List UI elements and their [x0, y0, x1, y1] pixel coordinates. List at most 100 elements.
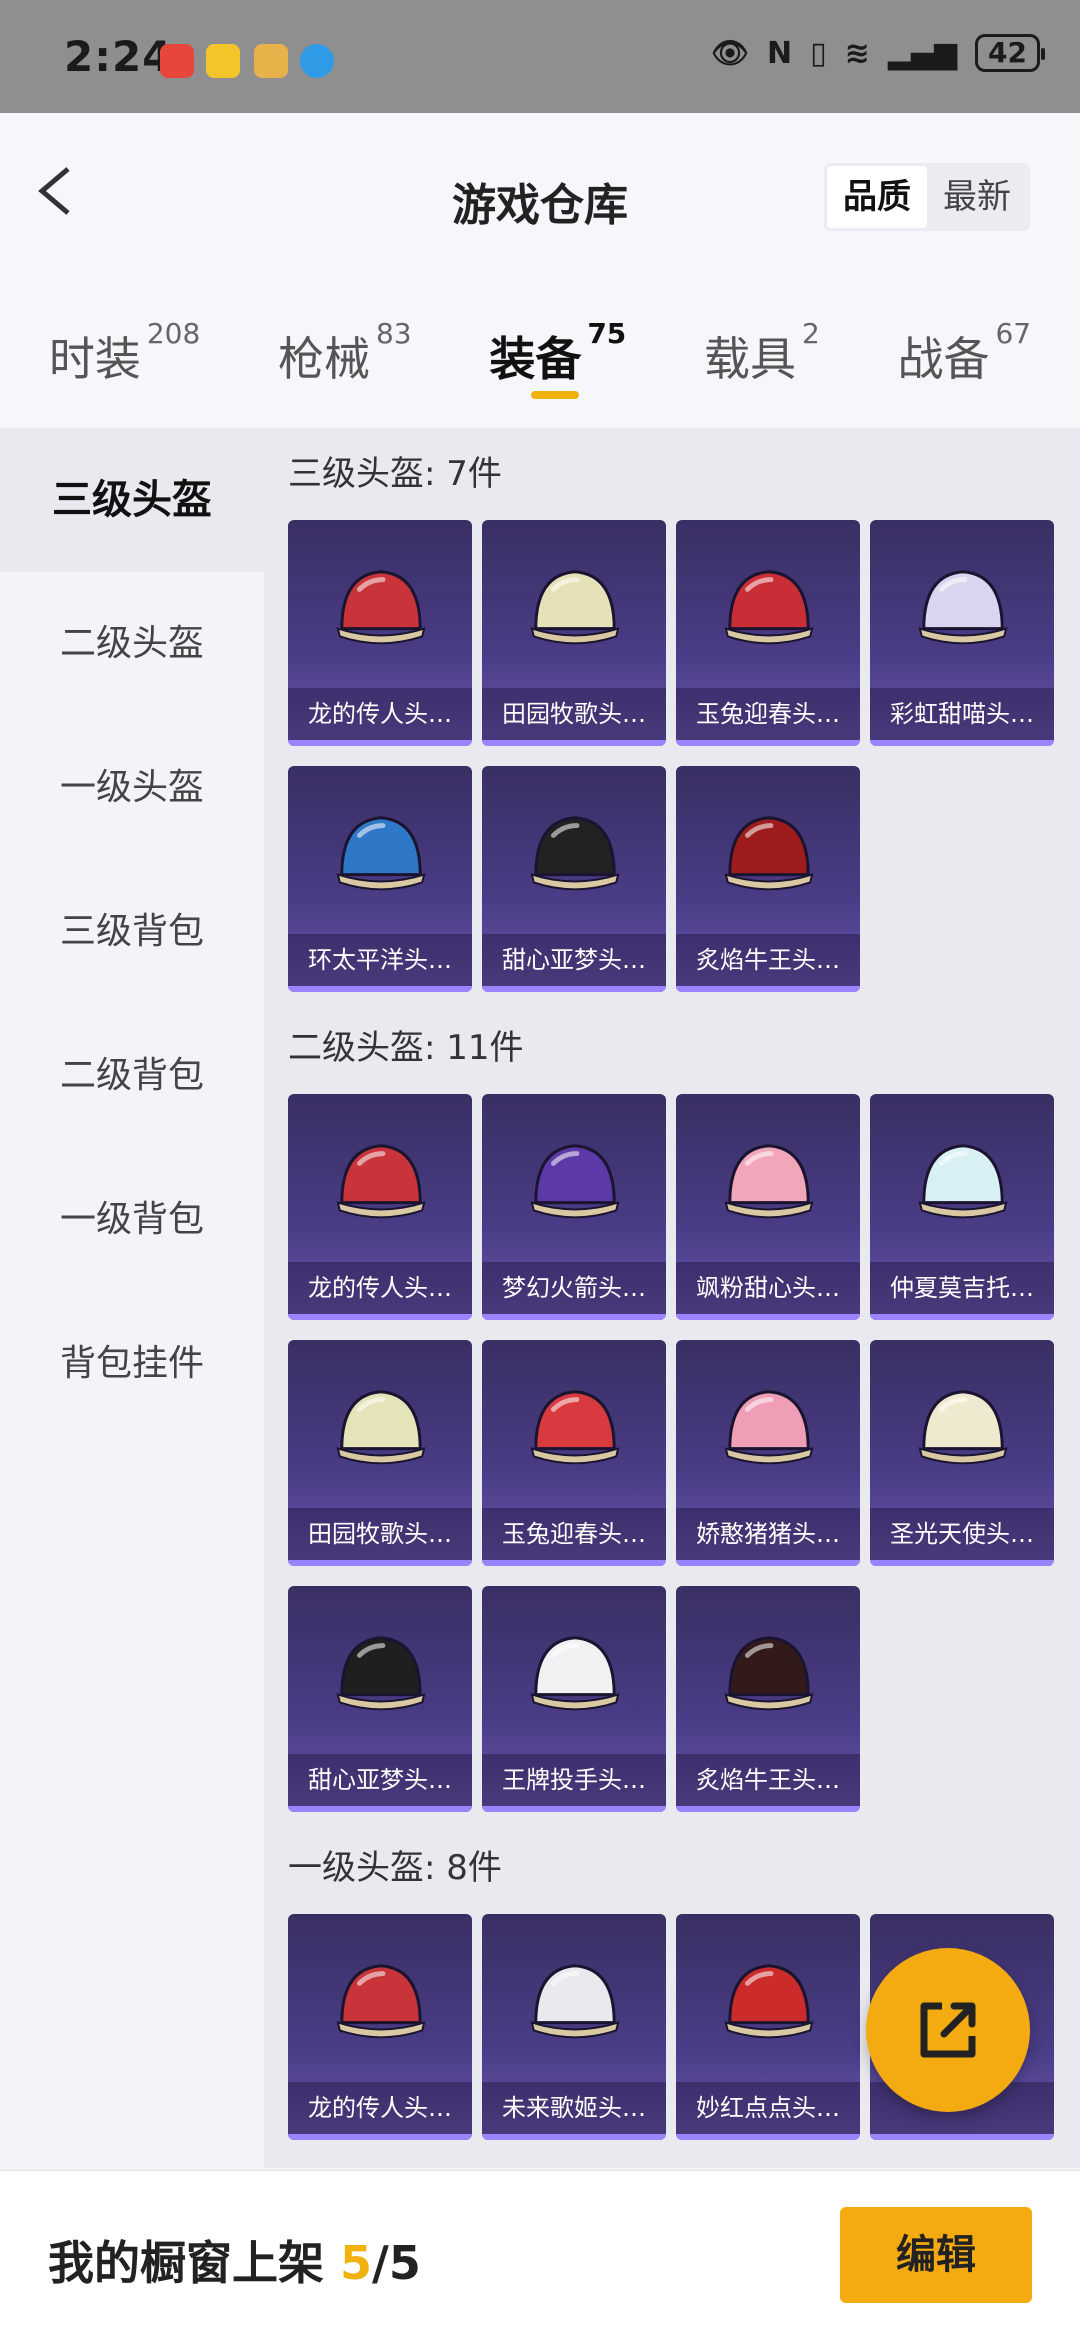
item-name: 田园牧歌头… — [482, 688, 666, 740]
sidebar-item-lvl3-helmet[interactable]: 三级头盔 — [0, 428, 264, 572]
sidebar-item-lvl1-backpack[interactable]: 一级背包 — [0, 1148, 264, 1292]
item-grid: 龙的传人头… 田园牧歌头… 玉兔迎春头… 彩虹甜喵头… 环太平洋头… 甜心亚梦头… 炙焰牛王… — [264, 520, 1080, 1002]
sort-latest-button[interactable]: 最新 — [927, 166, 1027, 228]
sidebar-item-lvl2-backpack[interactable]: 二级背包 — [0, 1004, 264, 1148]
sidebar-item-backpack-charm[interactable]: 背包挂件 — [0, 1292, 264, 1436]
notification-icon-app4 — [300, 44, 334, 78]
item-card[interactable]: 飒粉甜心头… — [676, 1094, 860, 1320]
helmet-icon — [918, 570, 1008, 645]
active-tab-indicator — [531, 391, 580, 399]
rarity-bar — [870, 2134, 1054, 2140]
sidebar-item-lvl1-helmet[interactable]: 一级头盔 — [0, 716, 264, 860]
category-tabs: 时装 208 枪械 83 装备 75 载具 2 战备 67 — [0, 253, 1080, 428]
showcase-count: 我的橱窗上架 5/5 — [48, 2236, 421, 2290]
item-name: 玉兔迎春头… — [676, 688, 860, 740]
item-card[interactable]: 彩虹甜喵头… — [870, 520, 1054, 746]
item-name: 妙红点点头… — [676, 2082, 860, 2134]
system-icons: 👁 N ▯ ≋ ▂▄▆ 42 — [711, 34, 1045, 72]
item-card[interactable]: 田园牧歌头… — [482, 520, 666, 746]
nfc-icon: N — [767, 35, 793, 71]
item-card[interactable]: 妙红点点头… — [676, 1914, 860, 2140]
sort-quality-button[interactable]: 品质 — [827, 166, 927, 228]
notification-icon-app1 — [160, 44, 194, 78]
battery-icon: 42 — [975, 34, 1045, 72]
item-card[interactable]: 仲夏莫吉托… — [870, 1094, 1054, 1320]
status-bar: 2:24 👁 N ▯ ≋ ▂▄▆ 42 — [0, 0, 1080, 113]
rarity-bar — [676, 1806, 860, 1812]
item-name: 炙焰牛王头… — [676, 1754, 860, 1806]
notification-icon-app2 — [206, 44, 240, 78]
item-card[interactable]: 田园牧歌头… — [288, 1340, 472, 1566]
item-card[interactable]: 炙焰牛王头… — [676, 766, 860, 992]
item-card[interactable]: 炙焰牛王头… — [676, 1586, 860, 1812]
item-name: 未来歌姬头… — [482, 2082, 666, 2134]
item-card[interactable]: 龙的传人头… — [288, 520, 472, 746]
helmet-icon — [336, 1964, 426, 2039]
helmet-icon — [336, 1636, 426, 1711]
sort-toggle[interactable]: 品质 最新 — [824, 163, 1030, 231]
item-name: 龙的传人头… — [288, 688, 472, 740]
rarity-bar — [870, 1314, 1054, 1320]
item-card[interactable]: 龙的传人头… — [288, 1094, 472, 1320]
sidebar-item-lvl3-backpack[interactable]: 三级背包 — [0, 860, 264, 1004]
rarity-bar — [288, 1560, 472, 1566]
sidebar-item-lvl2-helmet[interactable]: 二级头盔 — [0, 572, 264, 716]
item-card[interactable]: 环太平洋头… — [288, 766, 472, 992]
tab-vehicles[interactable]: 载具 2 — [704, 253, 820, 428]
item-card[interactable]: 圣光天使头… — [870, 1340, 1054, 1566]
edit-button[interactable]: 编辑 — [840, 2207, 1032, 2303]
rarity-bar — [288, 1314, 472, 1320]
helmet-icon — [530, 570, 620, 645]
item-name: 飒粉甜心头… — [676, 1262, 860, 1314]
helmet-icon — [724, 816, 814, 891]
item-name: 王牌投手头… — [482, 1754, 666, 1806]
helmet-icon — [530, 1144, 620, 1219]
item-card[interactable]: 甜心亚梦头… — [288, 1586, 472, 1812]
item-grid-area[interactable]: 三级头盔: 7件 龙的传人头… 田园牧歌头… 玉兔迎春头… 彩虹甜喵头… 环太平洋头… 甜心… — [264, 428, 1080, 2168]
item-card[interactable]: 未来歌姬头… — [482, 1914, 666, 2140]
item-card[interactable]: 玉兔迎春头… — [482, 1340, 666, 1566]
item-name: 娇憨猪猪头… — [676, 1508, 860, 1560]
section-title: 一级头盔: 8件 — [288, 1848, 502, 1888]
item-name: 彩虹甜喵头… — [870, 688, 1054, 740]
item-card[interactable]: 娇憨猪猪头… — [676, 1340, 860, 1566]
bottom-bar: 我的橱窗上架 5/5 编辑 — [0, 2170, 1080, 2340]
rarity-bar — [870, 1560, 1054, 1566]
signal-icon: ▂▄▆ — [887, 35, 958, 71]
item-card[interactable]: 龙的传人头… — [288, 1914, 472, 2140]
item-name: 梦幻火箭头… — [482, 1262, 666, 1314]
item-name: 龙的传人头… — [288, 1262, 472, 1314]
rarity-bar — [288, 986, 472, 992]
rarity-bar — [870, 740, 1054, 746]
status-time: 2:24 — [64, 32, 173, 81]
helmet-icon — [336, 570, 426, 645]
vibrate-icon: ▯ — [810, 35, 827, 71]
item-name: 圣光天使头… — [870, 1508, 1054, 1560]
item-name: 龙的传人头… — [288, 2082, 472, 2134]
helmet-icon — [530, 1636, 620, 1711]
helmet-icon — [530, 816, 620, 891]
notification-icon-app3 — [254, 44, 288, 78]
tab-equipment[interactable]: 装备 75 — [489, 253, 626, 428]
tab-guns[interactable]: 枪械 83 — [278, 253, 412, 428]
rarity-bar — [482, 740, 666, 746]
item-card[interactable]: 玉兔迎春头… — [676, 520, 860, 746]
sidebar: 三级头盔 二级头盔 一级头盔 三级背包 二级背包 一级背包 背包挂件 — [0, 428, 264, 2168]
item-card[interactable]: 梦幻火箭头… — [482, 1094, 666, 1320]
wifi-icon: ≋ — [844, 35, 870, 71]
tab-supplies[interactable]: 战备 67 — [897, 253, 1031, 428]
item-card[interactable]: 甜心亚梦头… — [482, 766, 666, 992]
rarity-bar — [676, 1560, 860, 1566]
rarity-bar — [482, 1806, 666, 1812]
helmet-icon — [918, 1390, 1008, 1465]
tab-fashion[interactable]: 时装 208 — [49, 253, 200, 428]
share-button[interactable] — [866, 1948, 1030, 2112]
item-card[interactable]: 王牌投手头… — [482, 1586, 666, 1812]
rarity-bar — [676, 2134, 860, 2140]
rarity-bar — [482, 2134, 666, 2140]
helmet-icon — [724, 1964, 814, 2039]
item-name: 田园牧歌头… — [288, 1508, 472, 1560]
item-name: 环太平洋头… — [288, 934, 472, 986]
item-grid: 龙的传人头… 梦幻火箭头… 飒粉甜心头… 仲夏莫吉托… 田园牧歌头… 玉兔迎春头… 娇憨猪猪… — [264, 1094, 1080, 1822]
item-name: 玉兔迎春头… — [482, 1508, 666, 1560]
